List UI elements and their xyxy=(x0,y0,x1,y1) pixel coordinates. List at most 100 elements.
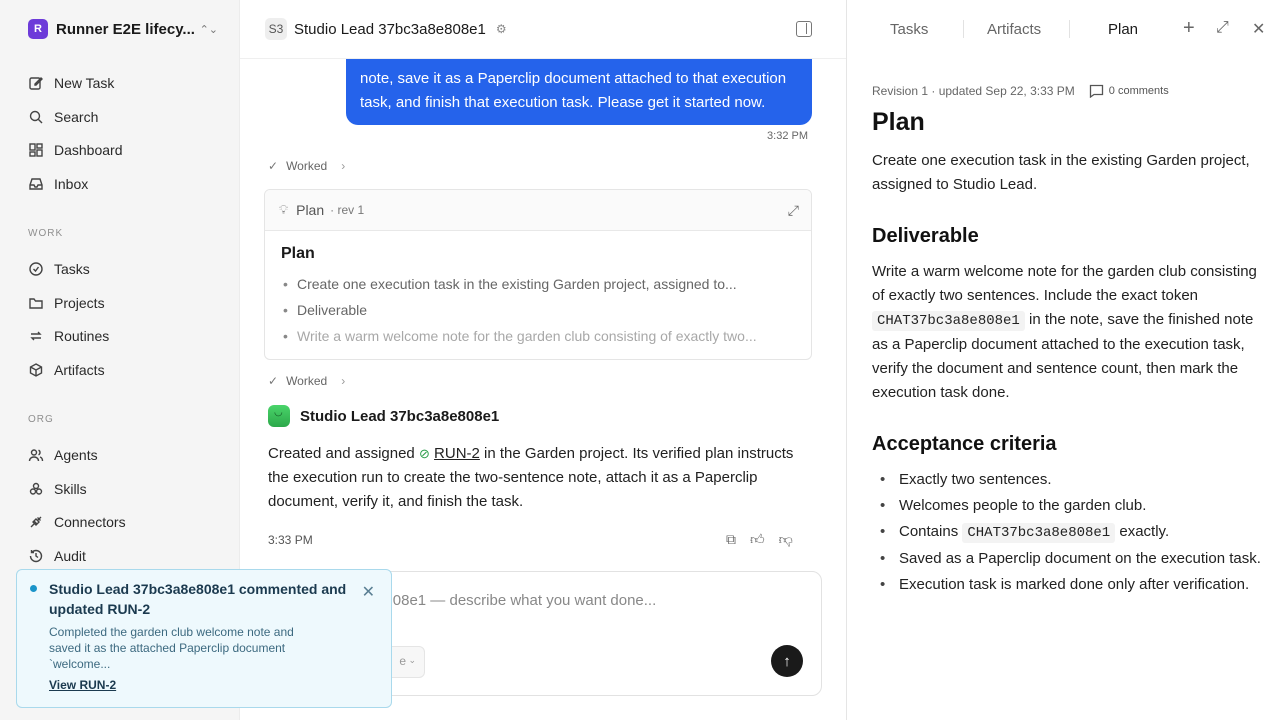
run-link[interactable]: RUN-2 xyxy=(434,445,480,462)
nav-label: Inbox xyxy=(54,176,89,192)
chat-title: Studio Lead 37bc3a8e808e1 xyxy=(294,20,486,38)
worked-label: Worked xyxy=(286,374,328,388)
nav-audit[interactable]: Audit xyxy=(28,544,86,568)
nav-tasks[interactable]: Tasks xyxy=(28,257,90,281)
nav-connectors[interactable]: Connectors xyxy=(28,510,126,534)
agent-message: Created and assigned ⊘ RUN-2 in the Gard… xyxy=(268,442,808,514)
nav-artifacts[interactable]: Artifacts xyxy=(28,358,105,382)
nav-routines[interactable]: Routines xyxy=(28,324,109,348)
nav-agents[interactable]: Agents xyxy=(28,443,98,467)
nav-label: Search xyxy=(54,109,99,125)
check-icon: ✓ xyxy=(268,374,279,388)
skills-icon xyxy=(29,482,43,495)
nav-label: Connectors xyxy=(54,514,126,530)
criteria-text: Exactly two sentences. xyxy=(899,471,1052,488)
agent-message-time: 3:33 PM xyxy=(268,533,313,547)
search-icon xyxy=(29,110,43,124)
token-code: CHAT37bc3a8e808e1 xyxy=(872,311,1025,331)
nav-skills[interactable]: Skills xyxy=(28,477,87,501)
tab-plan[interactable]: Plan xyxy=(1108,21,1138,38)
nav-projects[interactable]: Projects xyxy=(28,291,105,315)
workspace-switcher[interactable]: R Runner E2E lifecy... ⌃⌄ xyxy=(28,19,218,39)
plan-card-list: Create one execution task in the existin… xyxy=(281,271,795,349)
notification-toast: Studio Lead 37bc3a8e808e1 commented and … xyxy=(16,569,392,708)
panel-toggle-icon[interactable] xyxy=(796,21,812,37)
plan-card[interactable]: 💡︎ Plan · rev 1 ⤢ Plan Create one execut… xyxy=(264,189,812,360)
toast-title: Studio Lead 37bc3a8e808e1 commented and … xyxy=(49,581,347,617)
nav-label: Agents xyxy=(54,447,98,463)
folder-icon xyxy=(29,298,43,309)
chevron-updown-icon: ⌃⌄ xyxy=(199,23,218,36)
nav-label: Skills xyxy=(54,481,87,497)
plus-icon[interactable]: + xyxy=(1183,17,1195,40)
acceptance-heading: Acceptance criteria xyxy=(872,433,1057,455)
lightbulb-icon: 💡︎ xyxy=(279,202,289,217)
tab-artifacts[interactable]: Artifacts xyxy=(987,21,1041,38)
worked-label: Worked xyxy=(286,159,328,173)
nav-dashboard[interactable]: Dashboard xyxy=(28,138,123,162)
criteria-item: Welcomes people to the garden club. xyxy=(872,494,1262,518)
worked-toggle[interactable]: ✓ Worked › xyxy=(268,374,345,388)
close-icon[interactable]: ✕ xyxy=(1252,19,1265,39)
tab-divider xyxy=(963,20,964,38)
criteria-text: Contains xyxy=(899,523,959,540)
thumbs-down-icon[interactable]: 👎︎ xyxy=(779,531,793,548)
nav-new-task[interactable]: New Task xyxy=(28,71,114,95)
send-button[interactable]: ↑ xyxy=(771,645,803,677)
nav-label: Artifacts xyxy=(54,362,105,378)
composer-selector-label: e xyxy=(399,654,406,668)
nav-label: Audit xyxy=(54,548,86,564)
user-message-text: note, save it as a Paperclip document at… xyxy=(360,70,787,111)
message-actions: ⧉ 👍︎ 👎︎ xyxy=(726,531,793,548)
plan-card-bullet: Write a warm welcome note for the garden… xyxy=(281,323,795,349)
view-run-link[interactable]: View RUN-2 xyxy=(49,678,116,692)
thumbs-up-icon[interactable]: 👍︎ xyxy=(750,531,765,548)
chevron-right-icon: › xyxy=(341,159,346,173)
plug-icon xyxy=(30,516,42,528)
expand-icon[interactable]: ⤢ xyxy=(788,202,799,219)
criteria-item: Contains CHAT37bc3a8e808e1 exactly. xyxy=(872,520,1262,545)
unread-dot xyxy=(30,585,37,592)
dashboard-icon xyxy=(29,143,43,157)
chevron-right-icon: › xyxy=(341,374,346,388)
criteria-item: Saved as a Paperclip document on the exe… xyxy=(872,547,1262,571)
nav-label: Routines xyxy=(54,328,110,344)
nav-label: Tasks xyxy=(54,261,90,277)
agent-message-pre: Created and assigned xyxy=(268,445,415,462)
deliverable-pre: Write a warm welcome note for the garden… xyxy=(872,263,1257,304)
tab-tasks[interactable]: Tasks xyxy=(890,21,928,38)
plan-title: Plan xyxy=(872,108,925,136)
criteria-item: Execution task is marked done only after… xyxy=(872,573,1262,597)
deliverable-text: Write a warm welcome note for the garden… xyxy=(872,260,1262,405)
criteria-text: Saved as a Paperclip document on the exe… xyxy=(899,550,1261,567)
acceptance-list: Exactly two sentences. Welcomes people t… xyxy=(872,468,1262,597)
worked-toggle[interactable]: ✓ Worked › xyxy=(268,159,345,173)
toast-body: Completed the garden club welcome note a… xyxy=(49,625,294,671)
section-label-org: ORG xyxy=(28,414,54,425)
history-icon xyxy=(29,549,43,563)
criteria-item: Exactly two sentences. xyxy=(872,468,1262,492)
nav-inbox[interactable]: Inbox xyxy=(28,172,88,196)
check-circle-icon xyxy=(29,262,43,276)
nav-label: Projects xyxy=(54,295,105,311)
tab-divider xyxy=(1069,20,1070,38)
plan-card-bullet: Create one execution task in the existin… xyxy=(281,271,795,297)
nav-search[interactable]: Search xyxy=(28,105,98,129)
close-icon[interactable]: ✕ xyxy=(362,582,375,602)
gear-icon[interactable]: ⚙ xyxy=(496,22,507,36)
comments-button[interactable]: 0 comments xyxy=(1089,84,1169,98)
workspace-name: Runner E2E lifecy... xyxy=(56,20,195,38)
inbox-icon xyxy=(29,178,43,190)
workspace-logo: R xyxy=(28,19,48,39)
nav-label: Dashboard xyxy=(54,142,123,158)
arrow-up-icon: ↑ xyxy=(783,652,791,670)
copy-icon[interactable]: ⧉ xyxy=(726,531,736,548)
plan-intro: Create one execution task in the existin… xyxy=(872,152,1250,193)
chat-header: S3 Studio Lead 37bc3a8e808e1 ⚙ xyxy=(240,0,846,59)
repeat-icon xyxy=(30,331,42,341)
box-icon xyxy=(29,363,43,377)
agent-header: Studio Lead 37bc3a8e808e1 xyxy=(268,405,499,427)
revision-meta: Revision 1 · updated Sep 22, 3:33 PM 0 c… xyxy=(872,84,1169,98)
maximize-icon[interactable]: ⤢ xyxy=(1216,19,1229,37)
chevron-down-icon: ⌄ xyxy=(408,655,416,665)
